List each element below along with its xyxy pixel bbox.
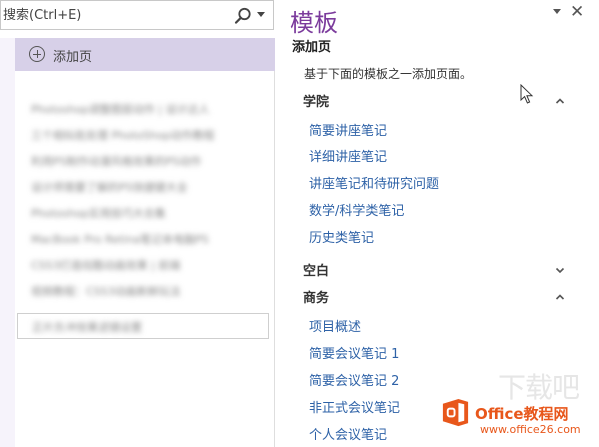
search-scope-dropdown-icon[interactable] <box>257 12 265 17</box>
mouse-cursor-icon <box>520 84 534 104</box>
search-bar <box>0 0 274 30</box>
pane-title: 模板 <box>290 9 338 37</box>
pane-description: 基于下面的模板之一添加页面。 <box>304 67 473 81</box>
office-logo-icon <box>442 398 469 427</box>
page-list-item[interactable]: 利用PS制作动漫风格效果的PS动作 <box>15 148 275 174</box>
search-icon[interactable] <box>233 6 253 26</box>
template-link[interactable]: 历史类笔记 <box>309 227 374 246</box>
page-title: MacBook Pro Retina笔记本电脑PS <box>31 233 209 246</box>
page-title: 视频教程：CSS3动画新鲜玩法 <box>31 285 181 298</box>
template-link[interactable]: 简要会议笔记 1 <box>309 343 399 362</box>
add-page-button[interactable]: 添加页 <box>15 38 275 71</box>
page-navigation-pane: 添加页 Photoshop调整图层动作 | 设计达人 三个相似批处理 Photo… <box>0 0 276 447</box>
template-link[interactable]: 个人会议笔记 <box>309 424 387 443</box>
template-link[interactable]: 数学/科学类笔记 <box>309 200 404 219</box>
add-circle-icon <box>29 46 45 62</box>
page-title: 三个相似批处理 PhotoShop动作教程 <box>31 129 215 142</box>
chevron-down-icon[interactable] <box>553 263 567 277</box>
page-list-item[interactable]: 视频教程：CSS3动画新鲜玩法 <box>15 278 275 304</box>
page-title: 利用PS制作动漫风格效果的PS动作 <box>31 155 202 168</box>
watermark-url: www.office26.com <box>480 423 581 436</box>
template-link[interactable]: 简要会议笔记 2 <box>309 370 399 389</box>
page-list-item-current[interactable]: 正片负冲效果滤镜设置 <box>17 313 269 339</box>
pane-options-dropdown-icon[interactable] <box>553 9 561 14</box>
template-link[interactable]: 详细讲座笔记 <box>309 146 387 165</box>
category-header-business[interactable]: 商务 <box>303 287 329 306</box>
search-input[interactable] <box>1 1 227 29</box>
watermark-ghost-text: 下载吧 <box>498 371 580 404</box>
page-title: 设计师需要了解的PS快捷键大全 <box>31 181 188 194</box>
close-icon[interactable]: ✕ <box>570 4 584 21</box>
page-title: CSS3打造炫酷动画效果 | 前端 <box>31 259 181 272</box>
page-title: 正片负冲效果滤镜设置 <box>32 321 142 334</box>
add-page-label: 添加页 <box>53 50 93 65</box>
page-title: Photoshop实用技巧大合集 <box>31 207 166 220</box>
page-list-item[interactable]: Photoshop调整图层动作 | 设计达人 <box>15 96 275 122</box>
page-list-item[interactable]: MacBook Pro Retina笔记本电脑PS <box>15 226 275 252</box>
template-link[interactable]: 讲座笔记和待研究问题 <box>309 173 439 192</box>
page-title: Photoshop调整图层动作 | 设计达人 <box>31 103 210 116</box>
template-link[interactable]: 非正式会议笔记 <box>309 397 400 416</box>
template-link[interactable]: 简要讲座笔记 <box>309 120 387 139</box>
page-list-item[interactable]: CSS3打造炫酷动画效果 | 前端 <box>15 252 275 278</box>
page-list-item[interactable]: Photoshop实用技巧大合集 <box>15 200 275 226</box>
chevron-up-icon[interactable] <box>553 290 567 304</box>
page-list-item[interactable]: 三个相似批处理 PhotoShop动作教程 <box>15 122 275 148</box>
pane-subtitle: 添加页 <box>292 40 332 55</box>
category-header-blank[interactable]: 空白 <box>303 260 329 279</box>
page-list: 添加页 Photoshop调整图层动作 | 设计达人 三个相似批处理 Photo… <box>15 38 275 447</box>
page-list-item[interactable]: 设计师需要了解的PS快捷键大全 <box>15 174 275 200</box>
chevron-up-icon[interactable] <box>553 94 567 108</box>
section-strip <box>0 38 15 447</box>
watermark-brand: Office教程网 <box>475 405 569 423</box>
template-link[interactable]: 项目概述 <box>309 316 361 335</box>
category-header-academic[interactable]: 学院 <box>303 91 329 110</box>
